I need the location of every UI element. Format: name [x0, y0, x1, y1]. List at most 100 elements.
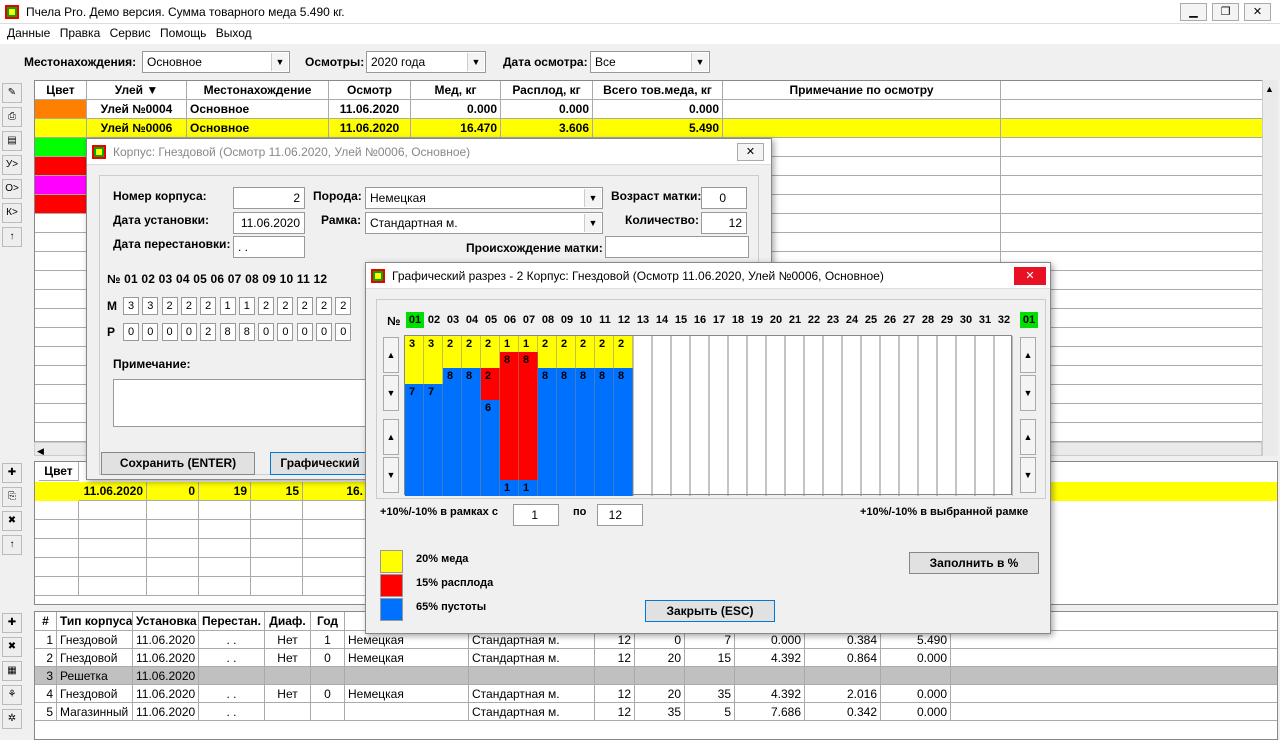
body-cell[interactable]: 15 — [685, 649, 735, 667]
m-input-12[interactable]: 2 — [335, 297, 352, 315]
bodies-header-3[interactable]: Перестан. — [199, 612, 265, 631]
m-input-11[interactable]: 2 — [316, 297, 332, 315]
location-select[interactable]: Основное ▼ — [142, 51, 290, 73]
toolbar-bottom-button-3[interactable]: ⚘ — [2, 685, 22, 705]
hives-header-4[interactable]: Мед, кг — [411, 81, 501, 100]
body-cell[interactable]: Гнездовой — [57, 631, 133, 649]
body-cell[interactable]: 3 — [35, 667, 57, 685]
body-cell[interactable]: 0.864 — [805, 649, 881, 667]
graph-close-button[interactable]: ✕ — [1014, 267, 1046, 285]
hive-color-swatch[interactable] — [35, 195, 87, 214]
body-cell[interactable]: Нет — [265, 685, 311, 703]
body-cell[interactable]: . . — [199, 703, 265, 721]
body-cell[interactable]: 2.016 — [805, 685, 881, 703]
body-cell[interactable] — [685, 667, 735, 685]
hives-header-1[interactable]: Улей ▼ — [87, 81, 187, 100]
note-input[interactable] — [113, 379, 373, 427]
range-from-input[interactable]: 1 — [513, 504, 559, 526]
frame-select[interactable]: Стандартная м. ▼ — [365, 212, 603, 234]
frame-3-e-segment[interactable] — [443, 368, 462, 496]
body-cell[interactable]: 11.06.2020 — [133, 703, 199, 721]
scroll-down-button[interactable]: ▼ — [383, 375, 399, 411]
body-cell[interactable]: 20 — [635, 649, 685, 667]
toolbar-bottom-button-0[interactable]: ✚ — [2, 613, 22, 633]
hive-cell[interactable]: 0.000 — [411, 100, 501, 119]
body-cell[interactable] — [345, 703, 469, 721]
date-select[interactable]: Все ▼ — [590, 51, 710, 73]
body-cell[interactable]: . . — [199, 685, 265, 703]
hives-header-0[interactable]: Цвет — [35, 81, 87, 100]
body-cell[interactable]: Гнездовой — [57, 685, 133, 703]
toolbar-mid-button-2[interactable]: ✖ — [2, 511, 22, 531]
hive-note-cell[interactable] — [723, 100, 1001, 119]
toolbar-top-button-1[interactable]: ⎙ — [2, 107, 22, 127]
body-cell[interactable]: 0 — [311, 649, 345, 667]
body-cell[interactable]: 5 — [685, 703, 735, 721]
body-cell[interactable]: Магазинный — [57, 703, 133, 721]
frame-7-p-segment[interactable] — [519, 352, 538, 480]
hive-cell[interactable]: Улей №0006 — [87, 119, 187, 138]
body-cell[interactable]: Стандартная м. — [469, 685, 595, 703]
toolbar-top-button-6[interactable]: ↑ — [2, 227, 22, 247]
body-cell[interactable] — [881, 667, 951, 685]
body-cell[interactable]: 12 — [595, 685, 635, 703]
hive-color-swatch[interactable] — [35, 176, 87, 195]
body-cell[interactable]: Стандартная м. — [469, 703, 595, 721]
body-cell[interactable]: 20 — [635, 685, 685, 703]
hive-cell[interactable]: 3.606 — [501, 119, 593, 138]
body-cell[interactable]: 2 — [35, 649, 57, 667]
p-input-2[interactable]: 0 — [142, 323, 159, 341]
corpus-close-button[interactable]: ✕ — [737, 143, 764, 161]
scroll-up-button[interactable]: ▲ — [383, 337, 399, 373]
frame-8-e-segment[interactable] — [538, 368, 557, 496]
p-input-12[interactable]: 0 — [335, 323, 352, 341]
body-cell[interactable]: 0.000 — [881, 649, 951, 667]
frame-10-e-segment[interactable] — [576, 368, 595, 496]
inspections-select[interactable]: 2020 года ▼ — [366, 51, 486, 73]
menu-data[interactable]: Данные — [4, 24, 53, 42]
menu-exit[interactable]: Выход — [213, 24, 255, 42]
breed-select[interactable]: Немецкая ▼ — [365, 187, 603, 209]
close-esc-button[interactable]: Закрыть (ESC) — [645, 600, 775, 622]
hive-color-swatch[interactable] — [35, 100, 87, 119]
range-to-input[interactable]: 12 — [597, 504, 643, 526]
hives-header-3[interactable]: Осмотр — [329, 81, 411, 100]
hive-cell[interactable]: 0.000 — [593, 100, 723, 119]
m-input-10[interactable]: 2 — [296, 297, 313, 315]
body-cell[interactable]: 5 — [35, 703, 57, 721]
body-cell[interactable]: Нет — [265, 649, 311, 667]
toolbar-top-button-0[interactable]: ✎ — [2, 83, 22, 103]
m-input-2[interactable]: 3 — [142, 297, 159, 315]
hive-color-swatch[interactable] — [35, 157, 87, 176]
hives-header-5[interactable]: Расплод, кг — [501, 81, 593, 100]
frames-chart[interactable]: 3 7 3 7 2 8 2 8 2 2 6 1 8 1 1 8 1 2 8 2 8 2 8 2 8 2 8 — [404, 335, 1013, 496]
body-cell[interactable] — [635, 667, 685, 685]
origin-input[interactable] — [605, 236, 749, 258]
bodies-header-4[interactable]: Диаф. — [265, 612, 311, 631]
body-cell[interactable]: 1 — [311, 631, 345, 649]
body-cell[interactable] — [735, 667, 805, 685]
body-cell[interactable] — [469, 667, 595, 685]
frame-12-e-segment[interactable] — [614, 368, 633, 496]
bodies-header-1[interactable]: Тип корпуса — [57, 612, 133, 631]
menu-service[interactable]: Сервис — [107, 24, 154, 42]
m-input-4[interactable]: 2 — [180, 297, 197, 315]
frame-4-e-segment[interactable] — [462, 368, 481, 496]
body-cell[interactable]: Немецкая — [345, 685, 469, 703]
hives-header-7[interactable]: Примечание по осмотру — [723, 81, 1001, 100]
m-input-1[interactable]: 3 — [123, 297, 139, 315]
close-button[interactable]: ✕ — [1244, 3, 1271, 21]
scroll-up-button-2[interactable]: ▲ — [383, 419, 399, 455]
toolbar-bottom-button-2[interactable]: ▦ — [2, 661, 22, 681]
maximize-button[interactable]: ❐ — [1212, 3, 1239, 21]
age-input[interactable]: 0 — [701, 187, 747, 209]
body-cell[interactable]: 7.686 — [735, 703, 805, 721]
body-cell[interactable] — [265, 667, 311, 685]
p-input-9[interactable]: 0 — [277, 323, 294, 341]
frame-6-p-segment[interactable] — [500, 352, 519, 480]
bodies-header-0[interactable]: # — [35, 612, 57, 631]
frame-5-e-segment[interactable] — [481, 400, 500, 496]
body-cell[interactable]: 4.392 — [735, 649, 805, 667]
move-input[interactable]: . . — [233, 236, 305, 258]
m-input-3[interactable]: 2 — [161, 297, 178, 315]
